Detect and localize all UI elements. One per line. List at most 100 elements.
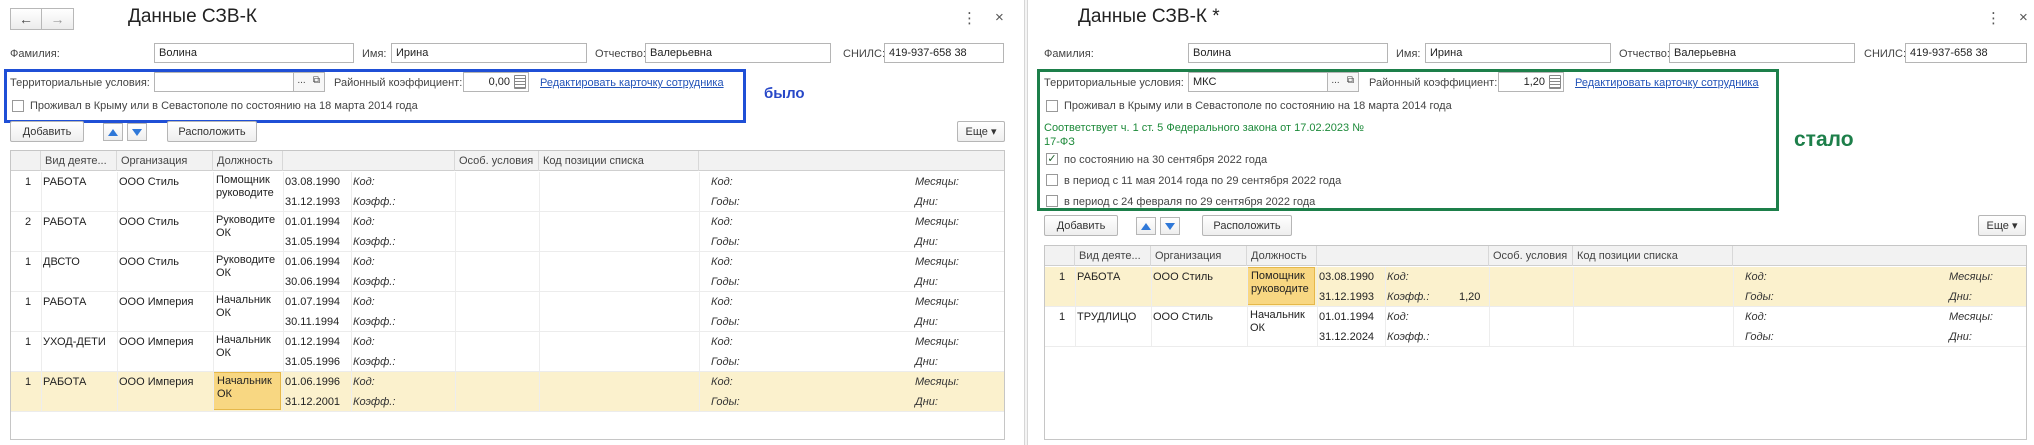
crimea-checkbox[interactable]	[12, 100, 24, 112]
row-months-label: Месяцы:	[915, 376, 959, 388]
row-days-label: Дни:	[1949, 331, 1972, 343]
move-up-icon[interactable]	[1136, 217, 1156, 235]
col-org[interactable]: Организация	[1151, 246, 1247, 266]
add-button[interactable]: Добавить	[10, 121, 84, 142]
col-list-code[interactable]: Код позиции списка	[539, 151, 699, 171]
snils-field[interactable]: 419-937-658 38	[884, 43, 1004, 63]
row-organization: ООО Стиль	[119, 176, 180, 188]
row-code2-label: Код:	[1745, 271, 1767, 283]
row-kind: РАБОТА	[1077, 271, 1121, 283]
chevron-down-icon: ▾	[2011, 220, 2018, 232]
col-org[interactable]: Организация	[117, 151, 213, 171]
row-position[interactable]: Начальник ОК	[213, 372, 281, 410]
row-years-label: Годы:	[711, 316, 740, 328]
row-years-label: Годы:	[1745, 291, 1774, 303]
surname-label: Фамилия:	[10, 48, 60, 60]
col-kind[interactable]: Вид деяте...	[41, 151, 117, 171]
table-row[interactable]: 1 УХОД-ДЕТИ ООО Империя 01.12.1994 31.05.199…	[11, 332, 1004, 372]
back-icon[interactable]: ←	[10, 8, 42, 30]
open-icon[interactable]: ⧉	[1343, 72, 1359, 92]
edit-employee-link[interactable]: Редактировать карточку сотрудника	[540, 77, 724, 89]
col-special[interactable]: Особ. условия	[1489, 246, 1573, 266]
row-days-label: Дни:	[1949, 291, 1972, 303]
more-menu-icon[interactable]: ⋮	[962, 9, 977, 27]
edit-employee-link[interactable]: Редактировать карточку сотрудника	[1575, 77, 1759, 89]
patronymic-field[interactable]: Валерьевна	[1669, 43, 1855, 63]
col-position[interactable]: Должность	[1247, 246, 1317, 266]
row-months-label: Месяцы:	[1949, 311, 1993, 323]
territorial-select-button[interactable]: ...	[294, 72, 310, 92]
col-special[interactable]: Особ. условия	[455, 151, 539, 171]
row-position[interactable]: Начальник ОК	[213, 292, 281, 330]
row-days-label: Дни:	[915, 236, 938, 248]
open-icon[interactable]: ⧉	[309, 72, 325, 92]
row-number: 1	[25, 376, 32, 388]
add-button[interactable]: Добавить	[1044, 215, 1118, 236]
row-date-end: 31.12.2001	[285, 396, 341, 408]
sep2022-checkbox[interactable]: ✓	[1046, 153, 1058, 165]
table-row[interactable]: 1 ДВСТО ООО Стиль 01.06.1994 30.06.1994 Код: К…	[11, 252, 1004, 292]
more-button[interactable]: Еще ▾	[957, 121, 1005, 142]
territorial-field[interactable]	[154, 72, 294, 92]
surname-label: Фамилия:	[1044, 48, 1094, 60]
row-organization: ООО Стиль	[1153, 271, 1214, 283]
territorial-field[interactable]: МКС	[1188, 72, 1328, 92]
more-menu-icon[interactable]: ⋮	[1986, 9, 2001, 27]
row-days-label: Дни:	[915, 356, 938, 368]
row-position[interactable]: Помощник руководите	[1247, 267, 1315, 305]
may2014-checkbox[interactable]	[1046, 174, 1058, 186]
close-icon[interactable]: ×	[995, 9, 1004, 27]
col-kind[interactable]: Вид деяте...	[1075, 246, 1151, 266]
more-button[interactable]: Еще ▾	[1978, 215, 2026, 236]
row-years-label: Годы:	[1745, 331, 1774, 343]
annotation-before: было	[764, 85, 805, 102]
table-row[interactable]: 1 РАБОТА ООО Империя 01.06.1996 31.12.2001 Ко…	[11, 372, 1004, 412]
territorial-select-button[interactable]: ...	[1328, 72, 1344, 92]
row-position[interactable]: Начальник ОК	[1247, 307, 1315, 345]
row-coef-label: Коэфф.:	[353, 356, 396, 368]
row-date-end: 31.12.2024	[1319, 331, 1375, 343]
table-row[interactable]: 1 РАБОТА ООО Стиль 03.08.1990 31.12.1993 Код:…	[1045, 267, 2026, 307]
col-position[interactable]: Должность	[213, 151, 283, 171]
snils-field[interactable]: 419-937-658 38	[1905, 43, 2027, 63]
table-row[interactable]: 1 РАБОТА ООО Империя 01.07.1994 30.11.1994 Ко…	[11, 292, 1004, 332]
row-months-label: Месяцы:	[1949, 271, 1993, 283]
table-row[interactable]: 1 ТРУДЛИЦО ООО Стиль 01.01.1994 31.12.2024 Ко…	[1045, 307, 2026, 347]
row-kind: УХОД-ДЕТИ	[43, 336, 106, 348]
move-up-icon[interactable]	[103, 123, 123, 141]
row-organization: ООО Стиль	[119, 256, 180, 268]
arrange-button[interactable]: Расположить	[167, 121, 257, 142]
row-position[interactable]: Руководите ОК	[213, 252, 281, 290]
table-row[interactable]: 2 РАБОТА ООО Стиль 01.01.1994 31.05.1994 Код:…	[11, 212, 1004, 252]
col-list-code[interactable]: Код позиции списка	[1573, 246, 1733, 266]
law-note: Соответствует ч. 1 ст. 5 Федерального за…	[1044, 122, 1364, 148]
row-position[interactable]: Руководите ОК	[213, 212, 281, 250]
row-date-start: 03.08.1990	[1319, 271, 1375, 283]
calculator-icon[interactable]	[514, 75, 526, 89]
row-coef-label: Коэфф.:	[353, 316, 396, 328]
row-kind: РАБОТА	[43, 176, 87, 188]
move-down-icon[interactable]	[1160, 217, 1180, 235]
table-header: Вид деяте... Организация Должность Особ.…	[1045, 246, 2026, 266]
feb2022-checkbox[interactable]	[1046, 195, 1058, 207]
snils-label: СНИЛС:	[1864, 48, 1907, 60]
patronymic-field[interactable]: Валерьевна	[645, 43, 831, 63]
row-position[interactable]: Помощник руководите	[213, 172, 281, 210]
row-date-end: 31.12.1993	[1319, 291, 1375, 303]
surname-field[interactable]: Волина	[1188, 43, 1388, 63]
name-field[interactable]: Ирина	[391, 43, 587, 63]
forward-icon[interactable]: →	[42, 8, 74, 30]
close-icon[interactable]: ×	[2019, 9, 2028, 27]
calculator-icon[interactable]	[1549, 75, 1561, 89]
surname-field[interactable]: Волина	[154, 43, 354, 63]
name-field[interactable]: Ирина	[1425, 43, 1611, 63]
panel-separator	[1024, 0, 1028, 445]
experience-table: Вид деяте... Организация Должность Особ.…	[1044, 245, 2027, 440]
patronymic-label: Отчество:	[1619, 48, 1670, 60]
patronymic-label: Отчество:	[595, 48, 646, 60]
arrange-button[interactable]: Расположить	[1202, 215, 1292, 236]
row-position[interactable]: Начальник ОК	[213, 332, 281, 370]
crimea-checkbox[interactable]	[1046, 100, 1058, 112]
move-down-icon[interactable]	[127, 123, 147, 141]
table-row[interactable]: 1 РАБОТА ООО Стиль 03.08.1990 31.12.1993 Код:…	[11, 172, 1004, 212]
